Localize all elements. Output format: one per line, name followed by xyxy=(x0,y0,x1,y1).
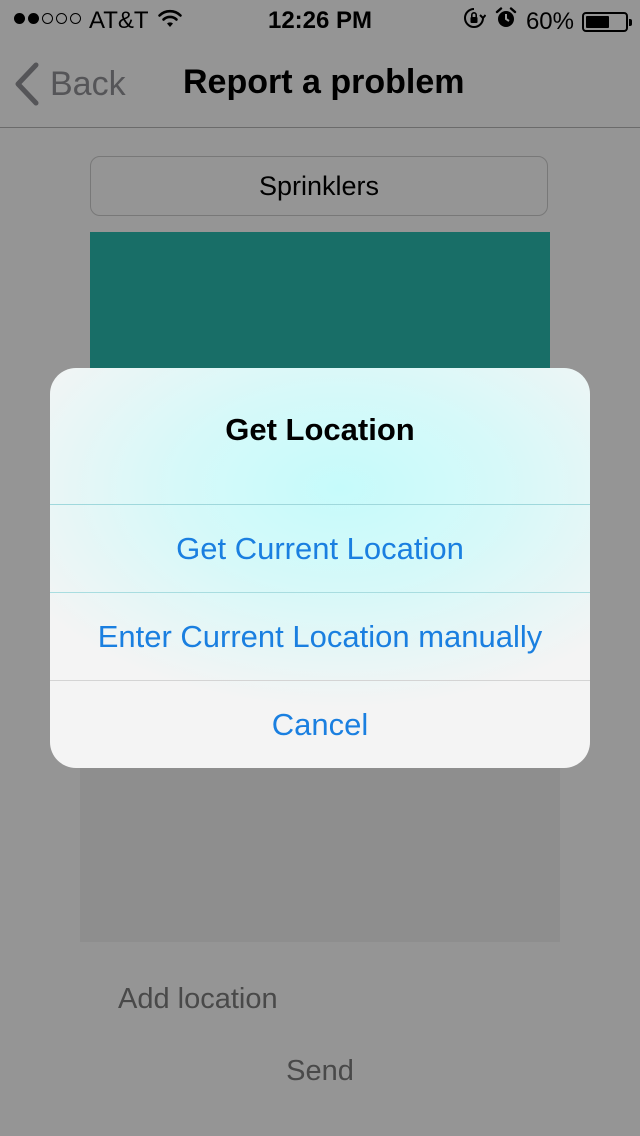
get-location-alert: Get Location Get Current Location Enter … xyxy=(50,368,590,768)
enter-location-manually-button[interactable]: Enter Current Location manually xyxy=(50,592,590,680)
alert-title: Get Location xyxy=(225,412,415,447)
get-current-location-button[interactable]: Get Current Location xyxy=(50,504,590,592)
screen: AT&T 12:26 PM 60% Back Report a problem … xyxy=(0,0,640,1136)
cancel-button[interactable]: Cancel xyxy=(50,680,590,768)
